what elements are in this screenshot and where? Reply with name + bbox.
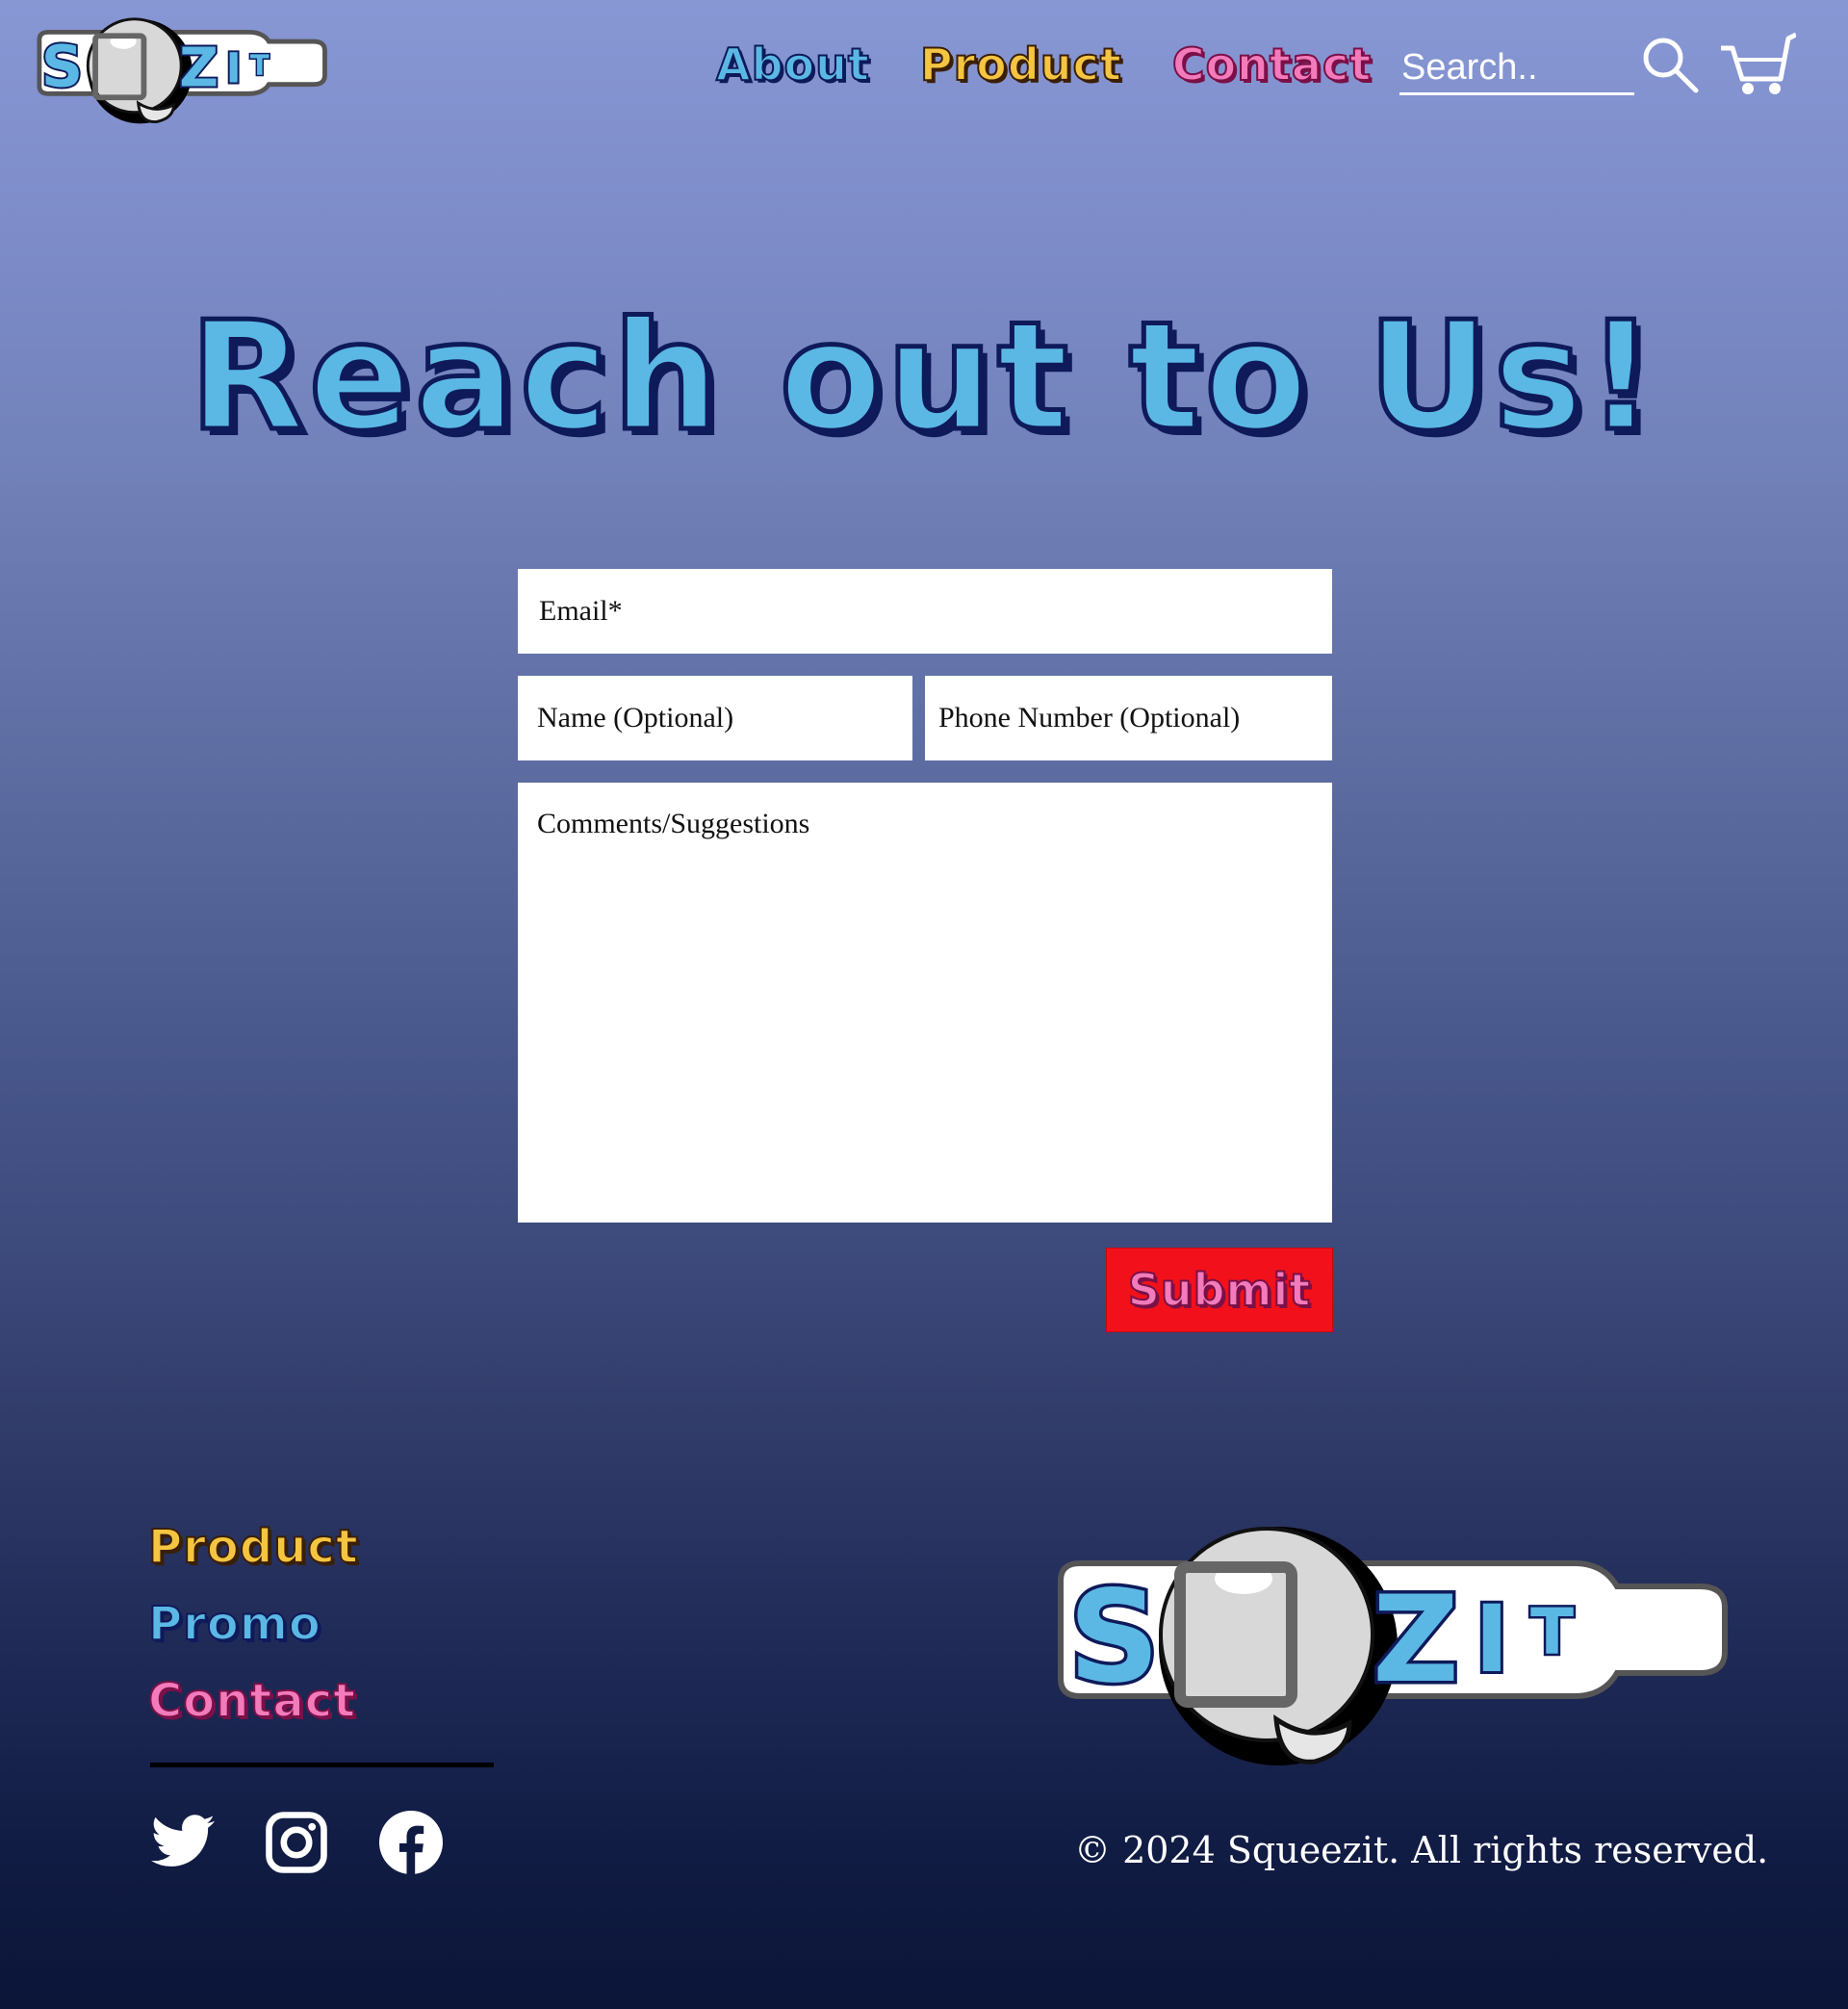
email-field[interactable]: [518, 569, 1332, 654]
footer-logo[interactable]: S Z I T: [1055, 1517, 1732, 1783]
svg-text:S: S: [1068, 1563, 1160, 1712]
svg-text:I: I: [1475, 1585, 1509, 1693]
svg-text:S: S: [41, 34, 83, 101]
footer-nav: Product Promo Contact: [147, 1523, 359, 1756]
footer-divider: [150, 1763, 494, 1767]
twitter-icon[interactable]: [148, 1808, 218, 1877]
main-nav: About Product Contact: [715, 38, 1372, 91]
svg-text:I: I: [226, 45, 242, 93]
footer-contact-link[interactable]: Contact: [147, 1677, 359, 1756]
search-input[interactable]: [1399, 42, 1634, 95]
header-logo[interactable]: S Z I T: [33, 13, 343, 135]
facebook-icon[interactable]: [376, 1808, 446, 1877]
nav-product-link[interactable]: Product: [919, 38, 1122, 91]
footer-promo-link[interactable]: Promo: [147, 1600, 359, 1679]
svg-text:Z: Z: [1373, 1571, 1459, 1710]
nav-about-link[interactable]: About: [715, 38, 870, 91]
cart-icon[interactable]: [1719, 31, 1796, 96]
copyright-text: © 2024 Squeezit. All rights reserved.: [1074, 1829, 1769, 1871]
nav-contact-link[interactable]: Contact: [1171, 38, 1372, 91]
page-title: Reach out to Us!: [187, 287, 1659, 467]
phone-field[interactable]: [925, 676, 1332, 760]
svg-text:T: T: [250, 49, 270, 82]
search-icon[interactable]: [1640, 35, 1700, 94]
submit-button[interactable]: Submit: [1106, 1248, 1333, 1332]
name-field[interactable]: [518, 676, 912, 760]
comments-field[interactable]: [518, 783, 1332, 1223]
svg-text:Z: Z: [179, 38, 218, 100]
svg-text:T: T: [1530, 1595, 1574, 1669]
footer-product-link[interactable]: Product: [147, 1523, 359, 1602]
instagram-icon[interactable]: [262, 1808, 331, 1877]
